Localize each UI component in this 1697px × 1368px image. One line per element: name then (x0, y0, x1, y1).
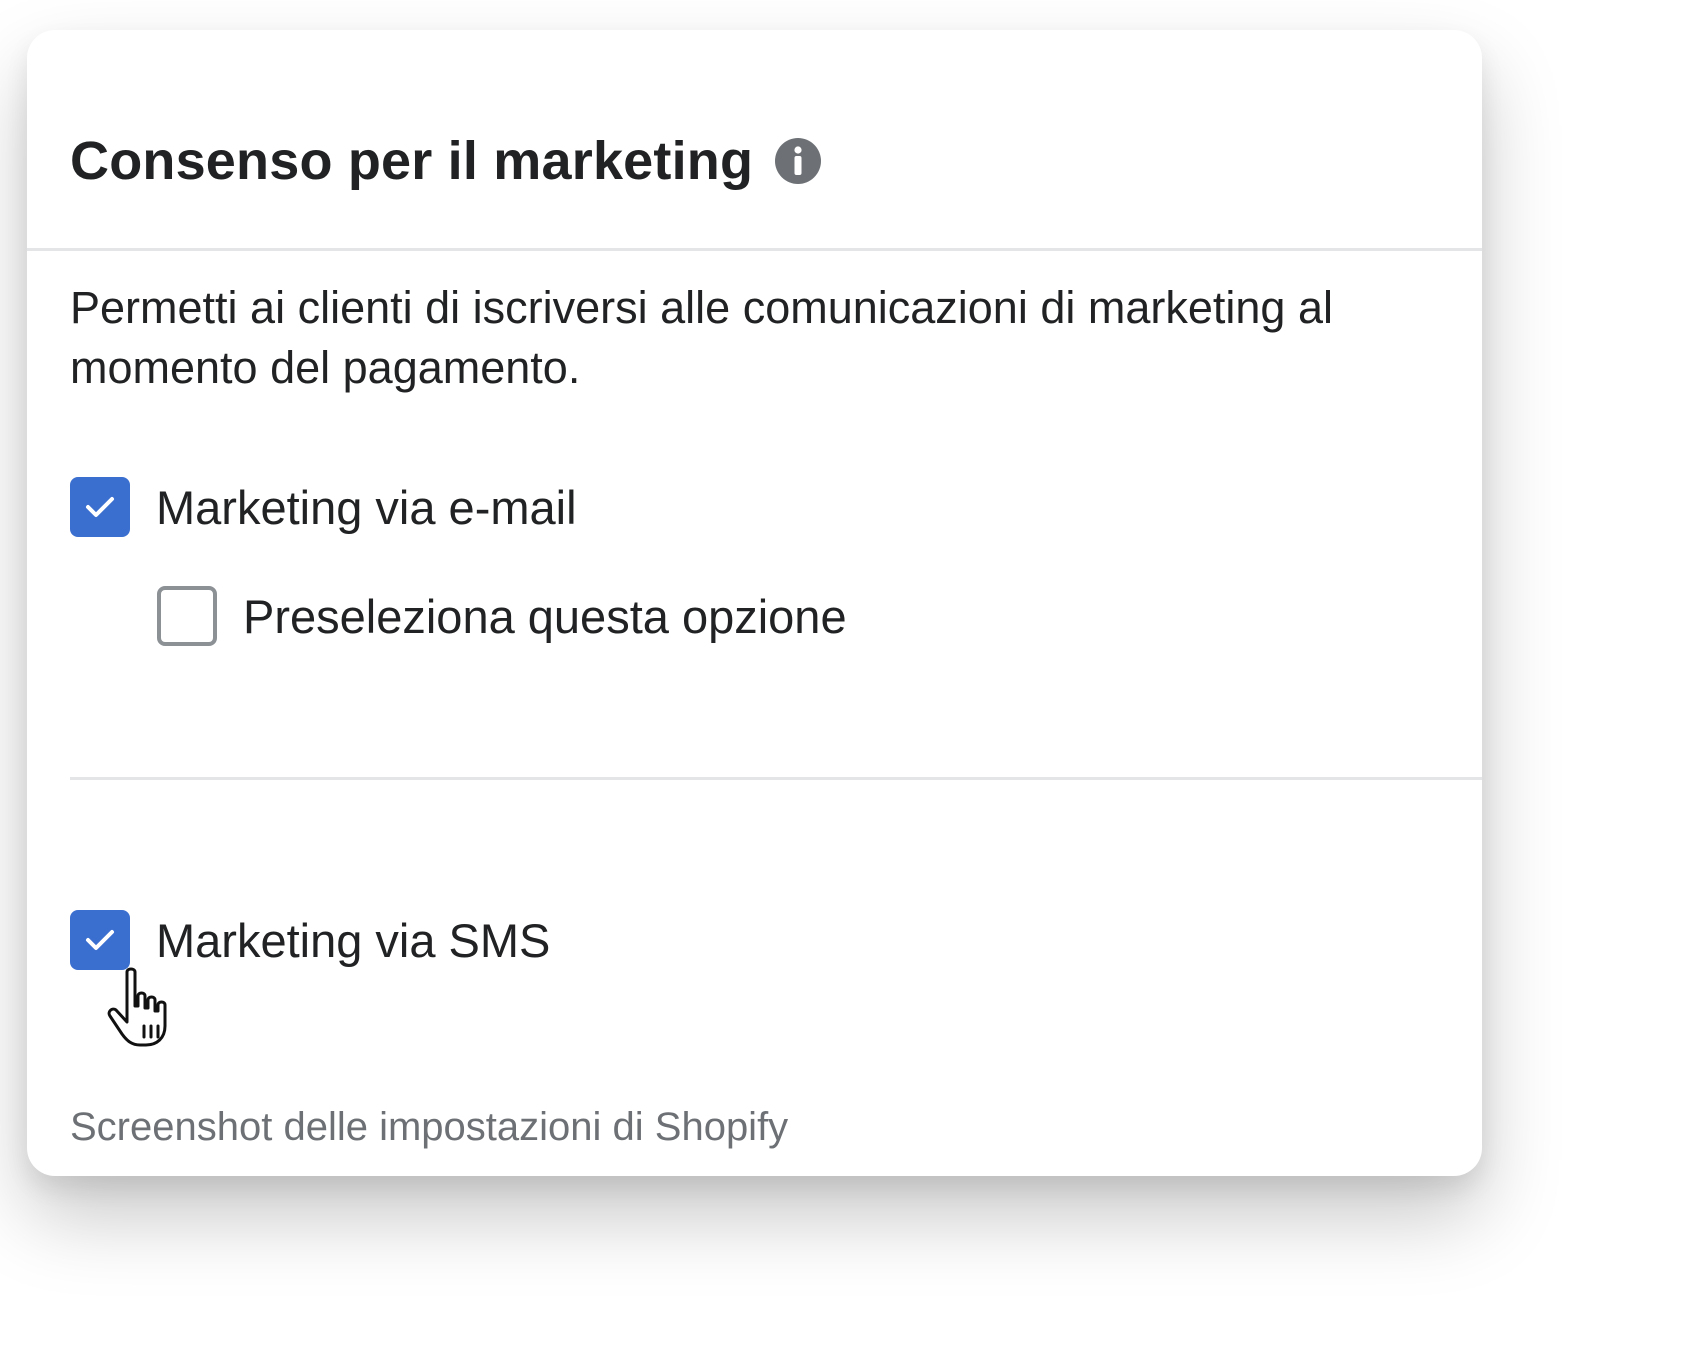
consent-description: Permetti ai clienti di iscriversi alle c… (70, 282, 1333, 393)
card-title: Consenso per il marketing (70, 130, 822, 192)
sms-marketing-label[interactable]: Marketing via SMS (156, 913, 550, 968)
stage: Consenso per il marketing Permetti ai cl… (0, 0, 1697, 1368)
section-divider (70, 777, 1482, 780)
email-marketing-checkbox[interactable] (70, 477, 130, 537)
preselect-option[interactable]: Preseleziona questa opzione (157, 586, 847, 646)
screenshot-caption: Screenshot delle impostazioni di Shopify (70, 1105, 789, 1149)
card-title-text: Consenso per il marketing (70, 131, 754, 191)
email-marketing-option[interactable]: Marketing via e-mail (70, 477, 577, 537)
preselect-checkbox[interactable] (157, 586, 217, 646)
card-header: Consenso per il marketing (27, 30, 1482, 251)
preselect-label[interactable]: Preseleziona questa opzione (243, 589, 847, 644)
sms-marketing-option[interactable]: Marketing via SMS (70, 910, 550, 970)
checkmark-icon (86, 930, 114, 950)
info-icon[interactable] (775, 138, 822, 184)
sms-marketing-checkbox[interactable] (70, 910, 130, 970)
checkmark-icon (86, 497, 114, 517)
email-marketing-label[interactable]: Marketing via e-mail (156, 480, 577, 535)
pointer-hand-icon (107, 967, 167, 1047)
marketing-consent-card: Consenso per il marketing Permetti ai cl… (27, 30, 1482, 1176)
